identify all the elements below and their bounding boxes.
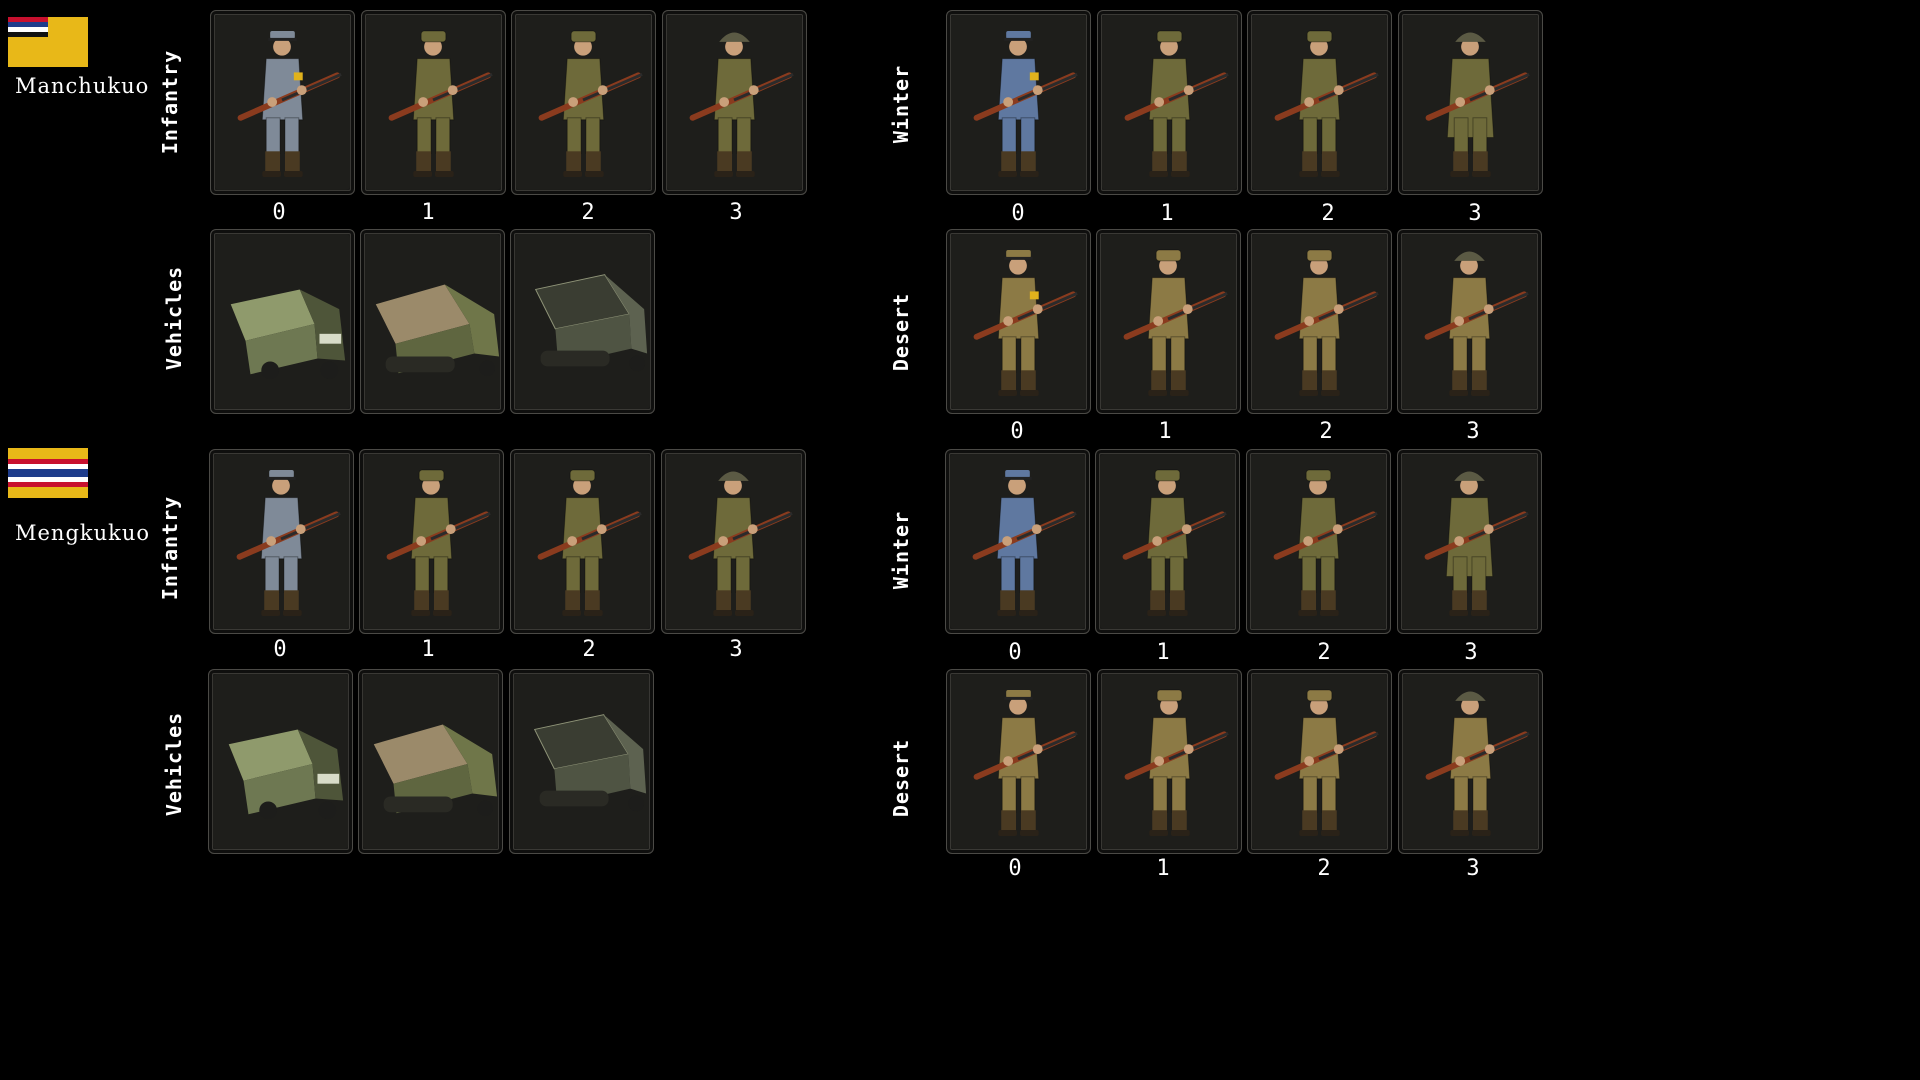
unit-card[interactable] — [1097, 669, 1242, 854]
unit-card[interactable] — [509, 669, 654, 854]
faction-name: Manchukuo — [15, 74, 150, 98]
variant-number: 3 — [729, 637, 743, 662]
group-label-infantry: Infantry — [158, 495, 182, 601]
halftrack-icon — [364, 234, 501, 409]
truck-icon — [214, 234, 351, 409]
soldier-icon — [1250, 454, 1387, 629]
soldier-icon — [1100, 234, 1237, 409]
soldier-icon — [1251, 674, 1388, 849]
group-label-vehicles: Vehicles — [162, 265, 186, 371]
soldier-icon — [363, 454, 500, 629]
variant-number: 1 — [1156, 856, 1170, 881]
unit-card[interactable] — [1398, 10, 1543, 195]
unit-card[interactable] — [208, 669, 353, 854]
variant-number: 0 — [1008, 640, 1022, 665]
soldier-icon — [1401, 454, 1538, 629]
unit-card[interactable] — [661, 449, 806, 634]
unit-card[interactable] — [210, 229, 355, 414]
soldier-icon — [1402, 15, 1539, 190]
variant-number: 2 — [582, 637, 596, 662]
unit-card[interactable] — [1095, 449, 1240, 634]
soldier-icon — [213, 454, 350, 629]
unit-card[interactable] — [946, 669, 1091, 854]
soldier-icon — [949, 454, 1086, 629]
mengkukuo-flag-icon — [8, 448, 88, 498]
truck-icon — [212, 674, 349, 849]
group-label-desert: Desert — [889, 292, 913, 372]
soldier-icon — [1101, 674, 1238, 849]
unit-card[interactable] — [359, 449, 504, 634]
soldier-icon — [1251, 234, 1388, 409]
unit-card[interactable] — [1097, 10, 1242, 195]
apc-icon — [513, 674, 650, 849]
variant-number: 1 — [1158, 419, 1172, 444]
soldier-icon — [514, 454, 651, 629]
unit-card[interactable] — [1398, 669, 1543, 854]
unit-card[interactable] — [209, 449, 354, 634]
group-label-winter: Winter — [889, 64, 913, 144]
unit-card[interactable] — [358, 669, 503, 854]
halftrack-icon — [362, 674, 499, 849]
unit-card[interactable] — [1096, 229, 1241, 414]
variant-number: 2 — [581, 200, 595, 225]
soldier-icon — [515, 15, 652, 190]
variant-number: 1 — [1160, 201, 1174, 226]
soldier-icon — [665, 454, 802, 629]
soldier-icon — [950, 15, 1087, 190]
unit-card[interactable] — [945, 449, 1090, 634]
unit-card[interactable] — [510, 229, 655, 414]
group-label-winter: Winter — [889, 510, 913, 590]
variant-number: 3 — [1468, 201, 1482, 226]
unit-card[interactable] — [510, 449, 655, 634]
unit-card[interactable] — [1247, 669, 1392, 854]
unit-card[interactable] — [511, 10, 656, 195]
soldier-icon — [365, 15, 502, 190]
unit-card[interactable] — [946, 10, 1091, 195]
unit-card[interactable] — [360, 229, 505, 414]
soldier-icon — [1101, 15, 1238, 190]
unit-card[interactable] — [210, 10, 355, 195]
soldier-icon — [950, 234, 1087, 409]
variant-number: 0 — [1011, 201, 1025, 226]
unit-card[interactable] — [1397, 229, 1542, 414]
unit-card[interactable] — [1246, 449, 1391, 634]
soldier-icon — [1099, 454, 1236, 629]
group-label-infantry: Infantry — [158, 49, 182, 155]
variant-number: 1 — [421, 637, 435, 662]
variant-number: 3 — [1464, 640, 1478, 665]
variant-number: 0 — [273, 637, 287, 662]
soldier-icon — [666, 15, 803, 190]
faction-name: Mengkukuo — [15, 521, 151, 545]
unit-card[interactable] — [662, 10, 807, 195]
soldier-icon — [950, 674, 1087, 849]
variant-number: 1 — [421, 200, 435, 225]
variant-number: 3 — [1466, 856, 1480, 881]
manchukuo-flag-icon — [8, 17, 88, 67]
unit-card[interactable] — [946, 229, 1091, 414]
variant-number: 2 — [1321, 201, 1335, 226]
unit-card[interactable] — [1397, 449, 1542, 634]
variant-number: 3 — [729, 200, 743, 225]
unit-card[interactable] — [1247, 229, 1392, 414]
unit-card[interactable] — [361, 10, 506, 195]
variant-number: 0 — [272, 200, 286, 225]
soldier-icon — [1402, 674, 1539, 849]
soldier-icon — [1401, 234, 1538, 409]
variant-number: 3 — [1466, 419, 1480, 444]
soldier-icon — [214, 15, 351, 190]
variant-number: 0 — [1010, 419, 1024, 444]
group-label-desert: Desert — [889, 738, 913, 818]
group-label-vehicles: Vehicles — [162, 711, 186, 817]
variant-number: 1 — [1156, 640, 1170, 665]
variant-number: 0 — [1008, 856, 1022, 881]
apc-icon — [514, 234, 651, 409]
variant-number: 2 — [1317, 856, 1331, 881]
variant-number: 2 — [1317, 640, 1331, 665]
variant-number: 2 — [1319, 419, 1333, 444]
soldier-icon — [1251, 15, 1388, 190]
unit-card[interactable] — [1247, 10, 1392, 195]
